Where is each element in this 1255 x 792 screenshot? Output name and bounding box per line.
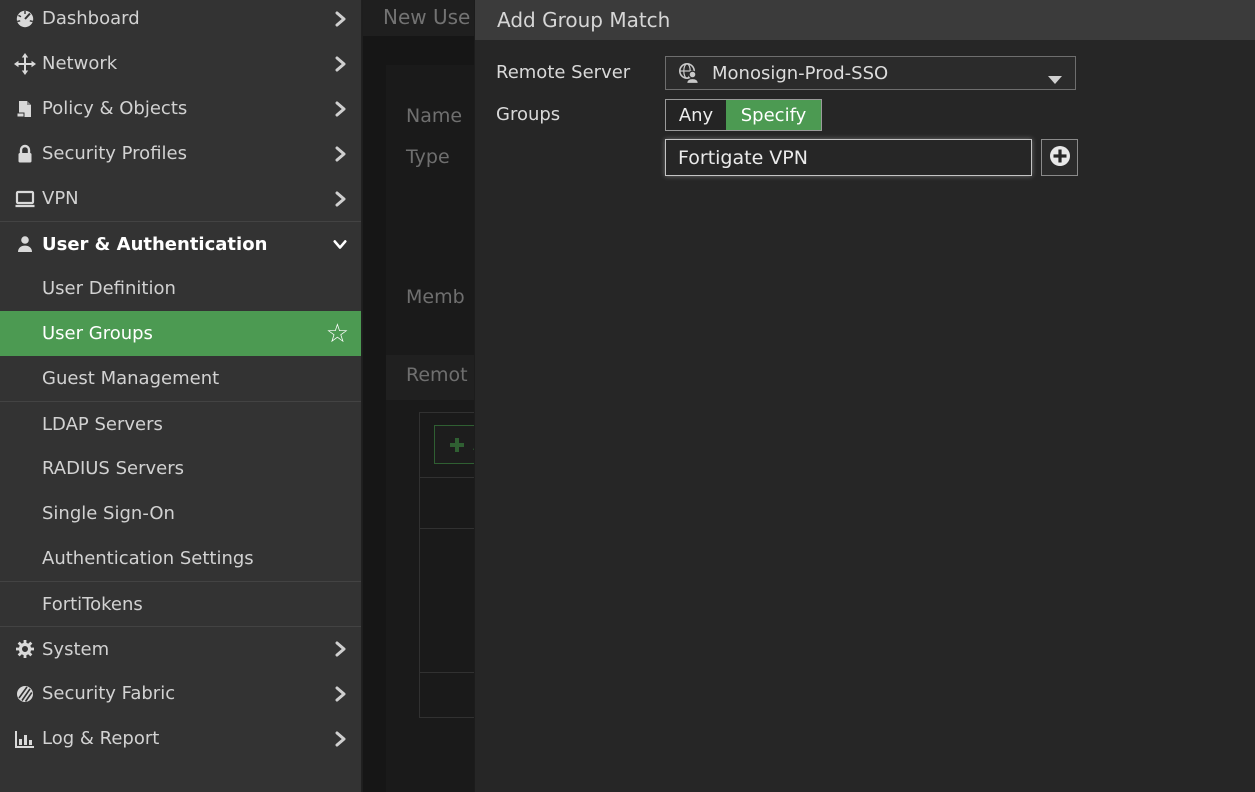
sidebar-item-label: Authentication Settings [42, 548, 254, 569]
sidebar-item-label: Dashboard [42, 8, 140, 29]
sidebar-item-label: User & Authentication [42, 234, 267, 255]
hatched-globe-icon [13, 682, 37, 706]
sidebar: Dashboard Network [0, 0, 362, 792]
chevron-right-icon [333, 192, 347, 206]
chevron-right-icon [333, 102, 347, 116]
remote-groups-label: Remot [406, 364, 468, 386]
remote-server-icon [677, 61, 701, 85]
sidebar-item-label: Network [42, 53, 117, 74]
sidebar-item-security-profiles[interactable]: Security Profiles [0, 131, 361, 176]
sidebar-item-guest-management[interactable]: Guest Management [0, 356, 361, 401]
sidebar-item-label: VPN [42, 188, 79, 209]
modal-title: Add Group Match [497, 8, 670, 32]
sidebar-item-log-report[interactable]: Log & Report [0, 716, 361, 761]
fortigate-screen: Dashboard Network [0, 0, 1255, 792]
sidebar-item-label: Single Sign-On [42, 503, 175, 524]
sidebar-item-label: System [42, 639, 109, 660]
chevron-right-icon [333, 12, 347, 26]
sidebar-item-label: Security Profiles [42, 143, 187, 164]
groups-mode-toggle: Any Specify [665, 99, 822, 131]
gauge-icon [13, 7, 37, 31]
sidebar-item-fortitokens[interactable]: FortiTokens [0, 581, 361, 626]
caret-down-icon [1048, 70, 1062, 89]
sidebar-item-security-fabric[interactable]: Security Fabric [0, 671, 361, 716]
sidebar-item-label: User Definition [42, 278, 176, 299]
sidebar-item-label: FortiTokens [42, 594, 143, 615]
sidebar-item-dashboard[interactable]: Dashboard [0, 0, 361, 41]
chevron-right-icon [333, 57, 347, 71]
groups-specify-button[interactable]: Specify [726, 100, 821, 130]
sidebar-item-user-authentication[interactable]: User & Authentication [0, 221, 361, 266]
bar-chart-icon [13, 727, 37, 751]
sidebar-nav: Dashboard Network [0, 0, 361, 761]
sidebar-item-label: User Groups [42, 323, 153, 344]
remote-server-value: Monosign-Prod-SSO [712, 63, 888, 84]
chevron-right-icon [333, 687, 347, 701]
sidebar-item-label: Security Fabric [42, 683, 175, 704]
monitor-icon [13, 187, 37, 211]
lock-icon [13, 142, 37, 166]
groups-label: Groups [496, 99, 560, 131]
sidebar-item-label: LDAP Servers [42, 414, 163, 435]
groups-any-button[interactable]: Any [666, 100, 726, 130]
document-icon [13, 97, 37, 121]
modal-header: Add Group Match [475, 0, 1255, 40]
plus-icon [449, 437, 465, 453]
sidebar-item-label: RADIUS Servers [42, 458, 184, 479]
sidebar-item-user-definition[interactable]: User Definition [0, 266, 361, 311]
chevron-right-icon [333, 642, 347, 656]
sidebar-item-label: Policy & Objects [42, 98, 187, 119]
sidebar-item-network[interactable]: Network [0, 41, 361, 86]
sidebar-item-authentication-settings[interactable]: Authentication Settings [0, 536, 361, 581]
sidebar-item-ldap-servers[interactable]: LDAP Servers [0, 401, 361, 446]
chevron-down-icon [333, 237, 347, 251]
sidebar-item-vpn[interactable]: VPN [0, 176, 361, 221]
remote-server-label: Remote Server [496, 56, 630, 89]
sidebar-item-user-groups[interactable]: User Groups ☆ [0, 311, 361, 356]
type-field-label: Type [406, 146, 450, 168]
person-icon [13, 232, 37, 256]
group-name-input[interactable] [665, 139, 1032, 176]
chevron-right-icon [333, 732, 347, 746]
background-page-title: New Use [383, 5, 470, 29]
favorite-star-icon[interactable]: ☆ [326, 321, 349, 347]
circle-plus-icon [1048, 144, 1072, 172]
name-field-label: Name [406, 105, 462, 127]
sidebar-item-label: Log & Report [42, 728, 159, 749]
add-group-match-panel: Add Group Match Remote Server Monosign-P… [474, 0, 1255, 792]
remote-server-dropdown[interactable]: Monosign-Prod-SSO [665, 56, 1076, 90]
chevron-right-icon [333, 147, 347, 161]
sidebar-item-label: Guest Management [42, 368, 219, 389]
gear-icon [13, 637, 37, 661]
members-field-label: Memb [406, 286, 465, 308]
sidebar-item-radius-servers[interactable]: RADIUS Servers [0, 446, 361, 491]
sidebar-item-system[interactable]: System [0, 626, 361, 671]
add-group-entry-button[interactable] [1041, 139, 1078, 176]
move-arrows-icon [13, 52, 37, 76]
sidebar-item-single-sign-on[interactable]: Single Sign-On [0, 491, 361, 536]
sidebar-item-policy-objects[interactable]: Policy & Objects [0, 86, 361, 131]
